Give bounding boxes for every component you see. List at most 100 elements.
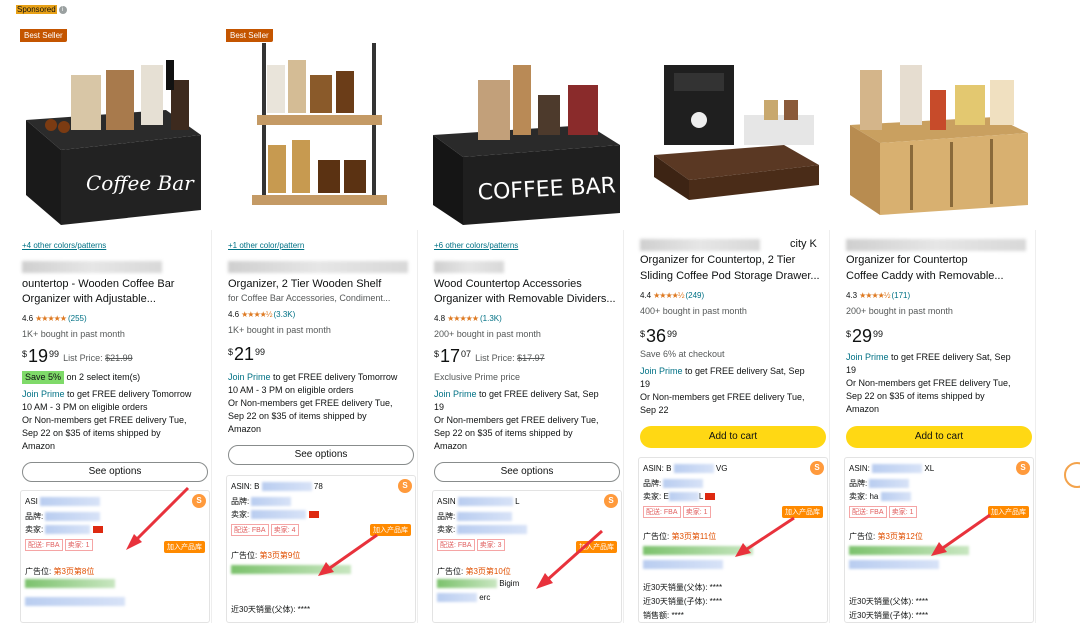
cn-flag-icon bbox=[705, 493, 716, 501]
product-title-line3[interactable]: Sliding Coffee Pod Storage Drawer... bbox=[640, 269, 823, 284]
join-prime-link[interactable]: Join Prime bbox=[434, 389, 477, 399]
product-title-line2[interactable]: Organizer for Countertop, 2 Tier bbox=[640, 253, 823, 268]
see-options-button[interactable]: See options bbox=[228, 445, 414, 465]
best-seller-badge: Best Seller bbox=[226, 29, 273, 42]
stars-icon: ★★★★½ bbox=[241, 310, 272, 319]
product-title[interactable]: Wood Countertop Accessories bbox=[434, 277, 617, 292]
delivery-line: Sep 22 on $35 of items shipped by bbox=[228, 411, 367, 421]
delivery-line: 19 bbox=[640, 379, 651, 389]
price: $19 99 List Price: $21.99 bbox=[22, 346, 133, 366]
join-prime-link[interactable]: Join Prime bbox=[228, 372, 271, 382]
swatch-link[interactable]: +1 other color/pattern bbox=[228, 241, 304, 250]
product-image[interactable] bbox=[222, 25, 418, 230]
rating[interactable]: 4.3 ★★★★½ (171) bbox=[846, 291, 910, 300]
sponsored-label: Sponsored i bbox=[16, 5, 67, 14]
product-title[interactable]: ountertop - Wooden Coffee Bar bbox=[22, 277, 205, 292]
red-arrow-icon bbox=[318, 533, 378, 576]
rating[interactable]: 4.8 ★★★★★ (1.3K) bbox=[434, 314, 502, 323]
stars-icon: ★★★★★ bbox=[447, 314, 479, 323]
product-card-5[interactable]: Organizer for Countertop Coffee Caddy wi… bbox=[840, 25, 1036, 623]
delivery-line: Or Non-members get FREE delivery Tue, bbox=[640, 392, 805, 402]
save-row: Save 5% on 2 select item(s) bbox=[22, 371, 205, 384]
delivery-line: 19 bbox=[434, 402, 445, 412]
side-floating-button[interactable] bbox=[1064, 462, 1080, 488]
blurred-title bbox=[434, 261, 504, 273]
red-arrow-icon bbox=[536, 529, 603, 589]
cn-flag-icon bbox=[308, 511, 319, 519]
product-title[interactable]: Organizer, 2 Tier Wooden Shelf bbox=[228, 277, 411, 292]
rating[interactable]: 4.4 ★★★★½ (249) bbox=[640, 291, 704, 300]
product-title[interactable]: city K bbox=[790, 237, 823, 252]
swatch-link[interactable]: +6 other colors/patterns bbox=[434, 241, 518, 250]
red-arrow-icon bbox=[931, 513, 991, 556]
join-prime-link[interactable]: Join Prime bbox=[22, 389, 65, 399]
see-options-button[interactable]: See options bbox=[434, 462, 620, 482]
svg-text:Coffee Bar: Coffee Bar bbox=[86, 171, 195, 195]
product-title-line2[interactable]: Organizer with Removable Dividers... bbox=[434, 292, 617, 307]
blurred-title bbox=[22, 261, 162, 273]
product-image[interactable] bbox=[840, 25, 1036, 230]
delivery-line: Or Non-members get FREE delivery Tue, bbox=[434, 415, 599, 425]
stars-icon: ★★★★★ bbox=[35, 314, 67, 323]
see-options-button[interactable]: See options bbox=[22, 462, 208, 482]
price: $21 99 bbox=[228, 344, 266, 364]
delivery-line: 10 AM - 3 PM on eligible orders bbox=[22, 402, 148, 412]
swatch-link[interactable]: +4 other colors/patterns bbox=[22, 241, 106, 250]
blurred-title bbox=[640, 239, 760, 251]
red-arrow-icon bbox=[126, 486, 190, 550]
product-image[interactable]: Coffee Bar bbox=[16, 25, 212, 230]
price: $17 07 List Price: $17.97 bbox=[434, 346, 545, 366]
bought-count: 1K+ bought in past month bbox=[22, 329, 125, 339]
product-image[interactable]: COFFEE BAR bbox=[428, 25, 624, 230]
product-image[interactable] bbox=[634, 25, 830, 230]
delivery-line: Join Prime to get FREE delivery Tomorrow bbox=[22, 389, 192, 399]
seller-sprite-icon[interactable]: S bbox=[1016, 461, 1030, 475]
bought-count: 400+ bought in past month bbox=[640, 306, 747, 316]
delivery-line: Amazon bbox=[846, 404, 880, 414]
delivery-line: Sep 22 on $35 of items shipped by bbox=[846, 391, 985, 401]
delivery-line: Sep 22 on $35 of items shipped by bbox=[434, 428, 573, 438]
delivery-line: Amazon bbox=[434, 441, 468, 451]
rating[interactable]: 4.6 ★★★★½ (3.3K) bbox=[228, 310, 295, 319]
product-card-2[interactable]: Best Seller +1 other color/pattern Organ… bbox=[222, 25, 418, 623]
exclusive-price: Exclusive Prime price bbox=[434, 372, 521, 382]
bought-count: 200+ bought in past month bbox=[846, 306, 953, 316]
stars-icon: ★★★★½ bbox=[653, 291, 684, 300]
product-subtitle: for Coffee Bar Accessories, Condiment... bbox=[228, 293, 391, 303]
product-title-line2[interactable]: Organizer with Adjustable... bbox=[22, 292, 205, 307]
delivery-line: Or Non-members get FREE delivery Tue, bbox=[22, 415, 187, 425]
cn-flag-icon bbox=[92, 526, 103, 534]
delivery-line: Join Prime to get FREE delivery Sat, Sep bbox=[846, 352, 1011, 362]
seller-sprite-icon[interactable]: S bbox=[398, 479, 412, 493]
price: $29 99 bbox=[846, 326, 884, 346]
delivery-line: Join Prime to get FREE delivery Sat, Sep bbox=[434, 389, 599, 399]
stars-icon: ★★★★½ bbox=[859, 291, 890, 300]
delivery-line: 19 bbox=[846, 365, 857, 375]
join-prime-link[interactable]: Join Prime bbox=[640, 366, 683, 376]
delivery-line: Amazon bbox=[22, 441, 56, 451]
delivery-line: Or Non-members get FREE delivery Tue, bbox=[228, 398, 393, 408]
price: $36 99 bbox=[640, 326, 678, 346]
info-icon[interactable]: i bbox=[58, 5, 67, 14]
product-card-4[interactable]: city K Organizer for Countertop, 2 Tier … bbox=[634, 25, 830, 623]
save-text: Save 6% at checkout bbox=[640, 349, 725, 359]
rating[interactable]: 4.6 ★★★★★ (255) bbox=[22, 314, 87, 323]
delivery-line: Sep 22 bbox=[640, 405, 669, 415]
bought-count: 200+ bought in past month bbox=[434, 329, 541, 339]
blurred-title bbox=[228, 261, 408, 273]
seller-sprite-icon[interactable]: S bbox=[810, 461, 824, 475]
join-prime-link[interactable]: Join Prime bbox=[846, 352, 889, 362]
blurred-title bbox=[846, 239, 1026, 251]
add-to-cart-button[interactable]: Add to cart bbox=[846, 426, 1032, 448]
product-card-1[interactable]: Coffee Bar Best Seller +4 other colors/p… bbox=[16, 25, 212, 623]
delivery-line: Amazon bbox=[228, 424, 262, 434]
product-card-3[interactable]: COFFEE BAR +6 other colors/patterns Wood… bbox=[428, 25, 624, 623]
product-title[interactable]: Organizer for Countertop bbox=[846, 253, 1029, 268]
best-seller-badge: Best Seller bbox=[20, 29, 67, 42]
bought-count: 1K+ bought in past month bbox=[228, 325, 331, 335]
seller-sprite-icon[interactable]: S bbox=[604, 494, 618, 508]
red-arrow-icon bbox=[735, 516, 795, 557]
add-to-cart-button[interactable]: Add to cart bbox=[640, 426, 826, 448]
product-title-line2[interactable]: Coffee Caddy with Removable... bbox=[846, 269, 1029, 284]
delivery-line: 10 AM - 3 PM on eligible orders bbox=[228, 385, 354, 395]
